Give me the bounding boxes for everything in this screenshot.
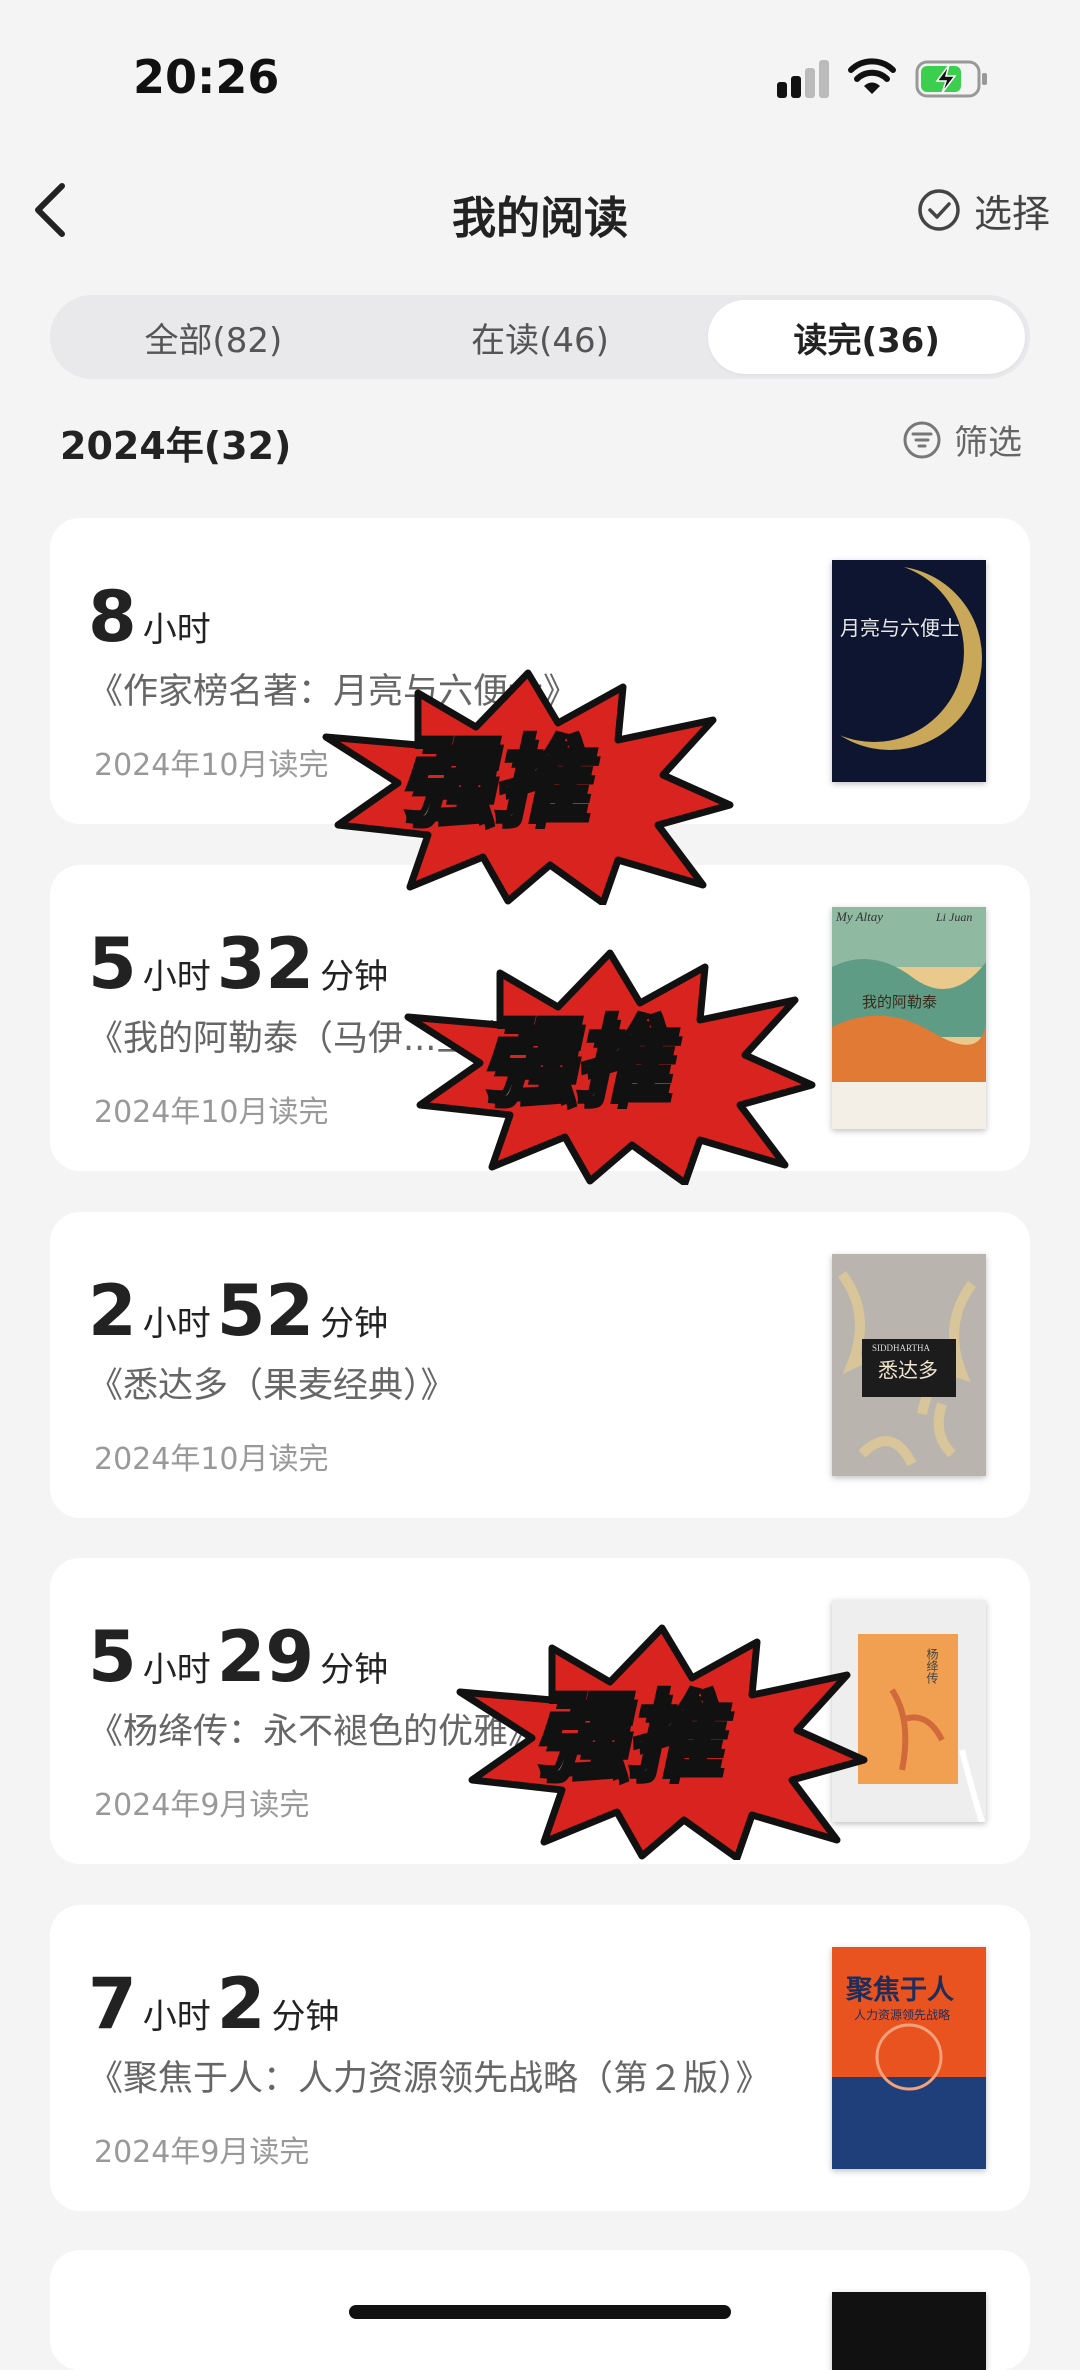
cover-subtitle: 人力资源领先战略 <box>854 2007 950 2022</box>
book-card[interactable]: 2 小时52 分钟 《悉达多（果麦经典）》 2024年10月读完 SIDDHARTH… <box>50 1212 1030 1518</box>
book-cover <box>832 2292 986 2370</box>
reading-duration: 8 小时 <box>88 576 217 658</box>
duration-hours-unit: 小时 <box>142 610 211 650</box>
book-cover: My Altay Li Juan 我的阿勒泰 <box>832 907 986 1129</box>
filter-button[interactable]: 筛选 <box>902 415 1022 464</box>
wifi-icon <box>848 58 896 94</box>
cover-title: 我的阿勒泰 <box>862 993 937 1011</box>
reading-duration: 7 小时2 分钟 <box>88 1963 345 2045</box>
duration-minutes-unit: 分钟 <box>271 1997 340 2037</box>
book-card[interactable]: 7 小时2 分钟 《聚焦于人：人力资源领先战略（第２版）》 2024年9月读完 聚焦… <box>50 1905 1030 2211</box>
filter-label: 筛选 <box>954 423 1022 463</box>
book-title: 《杨绛传：永不褪色的优雅》 <box>88 1712 544 1752</box>
finished-date: 2024年9月读完 <box>94 1788 310 1823</box>
finished-date: 2024年10月读完 <box>94 1442 329 1477</box>
book-card[interactable]: 5 小时29 分钟 《杨绛传：永不褪色的优雅》 2024年9月读完 杨绛传 <box>50 1558 1030 1864</box>
status-time: 20:26 <box>133 50 280 104</box>
duration-hours-unit: 小时 <box>142 1304 211 1344</box>
filter-icon <box>903 421 941 458</box>
book-title: 《聚焦于人：人力资源领先战略（第２版）》 <box>88 2059 771 2099</box>
nav-bar: 我的阅读 选择 <box>0 160 1080 260</box>
home-indicator[interactable] <box>349 2305 731 2319</box>
book-card[interactable]: 8 小时 《作家榜名著：月亮与六便士》 2024年10月读完 月亮与六便士 <box>50 518 1030 824</box>
cover-title: 杨绛传 <box>925 1647 939 1684</box>
book-cover: 杨绛传 <box>832 1600 986 1822</box>
cover-title: 聚焦于人 <box>845 1974 954 2006</box>
year-section-title: 2024年(32) <box>60 424 292 468</box>
duration-hours-unit: 小时 <box>142 957 211 997</box>
cover-title: 月亮与六便士 <box>840 617 960 640</box>
reading-duration: 5 小时29 分钟 <box>88 1616 394 1698</box>
duration-hours-unit: 小时 <box>142 1997 211 2037</box>
cover-en-title: SIDDHARTHA <box>872 1343 930 1353</box>
select-button[interactable]: 选择 <box>916 182 1050 238</box>
book-title: 《我的阿勒泰（马伊...主演...）》 <box>88 1019 593 1059</box>
tab-finished[interactable]: 读完(36) <box>708 300 1026 374</box>
filter-tabs: 全部(82) 在读(46) 读完(36) <box>50 295 1030 379</box>
battery-charging-icon <box>915 60 987 98</box>
cover-title: 悉达多 <box>878 1358 938 1382</box>
duration-hours: 5 <box>88 1616 137 1698</box>
book-card[interactable]: 5 小时32 分钟 《我的阿勒泰（马伊...主演...）》 2024年10月读完 M… <box>50 865 1030 1171</box>
duration-hours: 5 <box>88 923 137 1005</box>
book-cover: 聚焦于人 人力资源领先战略 <box>832 1947 986 2169</box>
duration-hours: 7 <box>88 1963 137 2045</box>
book-title: 《悉达多（果麦经典）》 <box>88 1366 456 1406</box>
duration-hours: 8 <box>88 576 137 658</box>
finished-date: 2024年10月读完 <box>94 748 329 783</box>
duration-hours-unit: 小时 <box>142 1650 211 1690</box>
finished-date: 2024年10月读完 <box>94 1095 329 1130</box>
duration-minutes: 29 <box>216 1616 315 1698</box>
reading-duration: 2 小时52 分钟 <box>88 1270 394 1352</box>
duration-minutes-unit: 分钟 <box>320 1650 389 1690</box>
book-title: 《作家榜名著：月亮与六便士》 <box>88 672 579 712</box>
duration-hours: 2 <box>88 1270 137 1352</box>
duration-minutes-unit: 分钟 <box>320 957 389 997</box>
finished-date: 2024年9月读完 <box>94 2135 310 2170</box>
cover-author: Li Juan <box>935 910 972 924</box>
status-bar: 20:26 <box>0 0 1080 150</box>
select-label: 选择 <box>973 191 1050 236</box>
tab-all[interactable]: 全部(82) <box>55 300 372 374</box>
duration-minutes: 52 <box>216 1270 315 1352</box>
book-cover: SIDDHARTHA 悉达多 <box>832 1254 986 1476</box>
cover-en-title: My Altay <box>835 909 883 924</box>
duration-minutes: 2 <box>216 1963 266 2045</box>
check-circle-icon <box>918 189 960 231</box>
cellular-signal-icon <box>777 60 829 98</box>
book-cover: 月亮与六便士 <box>832 560 986 782</box>
duration-minutes-unit: 分钟 <box>320 1304 389 1344</box>
tab-reading[interactable]: 在读(46) <box>382 300 699 374</box>
duration-minutes: 32 <box>216 923 315 1005</box>
reading-duration: 5 小时32 分钟 <box>88 923 394 1005</box>
